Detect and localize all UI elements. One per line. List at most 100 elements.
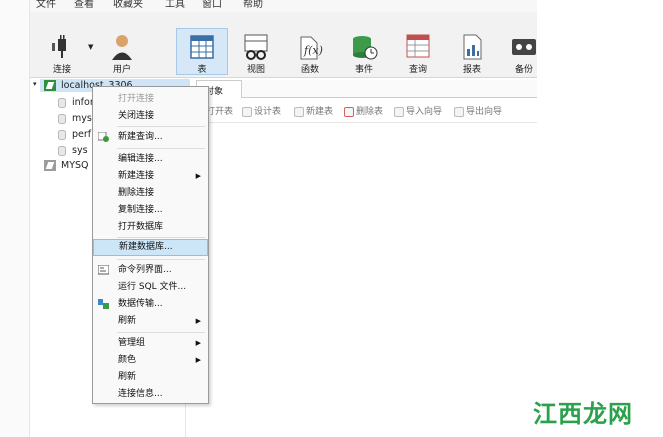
menu-copy-connection[interactable]: 复制连接... — [93, 202, 208, 218]
table-icon — [190, 35, 214, 59]
menu-close-connection[interactable]: 关闭连接 — [93, 108, 208, 124]
menu-run-sql-file[interactable]: 运行 SQL 文件... — [93, 279, 208, 295]
new-query-icon — [98, 132, 109, 142]
menu-view[interactable]: 查看 — [74, 0, 94, 10]
database-icon — [58, 129, 66, 140]
expand-chevron-icon[interactable]: ▾ — [33, 80, 37, 88]
new-icon — [294, 106, 304, 117]
query-button[interactable]: 查询 — [396, 28, 440, 88]
db-label: infor — [72, 97, 94, 108]
connection-icon — [44, 160, 56, 171]
menu-label: 数据传输... — [118, 299, 163, 309]
menu-window[interactable]: 窗口 — [202, 0, 222, 10]
svg-text:f(x): f(x) — [303, 44, 323, 57]
report-icon — [463, 34, 482, 60]
watermark-text: 江西龙网 — [533, 399, 633, 428]
table-button[interactable]: 表 — [176, 28, 228, 75]
menu-label: 复制连接... — [118, 205, 163, 215]
delete-table-label: 删除表 — [356, 107, 384, 117]
menu-label: 刷新 — [118, 372, 137, 382]
function-button[interactable]: f(x) 函数 — [288, 28, 332, 88]
menu-new-database[interactable]: 新建数据库... — [93, 239, 208, 256]
event-label: 事件 — [354, 65, 373, 75]
menu-manage-group[interactable]: 管理组 ▶ — [93, 335, 208, 351]
connection-label: MYSQ — [61, 160, 89, 171]
menu-label: 新建连接 — [118, 171, 155, 181]
menu-help[interactable]: 帮助 — [243, 0, 263, 10]
menu-refresh-submenu[interactable]: 刷新 ▶ — [93, 313, 208, 329]
menu-label: 新建数据库... — [119, 242, 173, 252]
design-table-label: 设计表 — [254, 107, 282, 117]
context-menu: 打开连接 关闭连接 新建查询... 编辑连接... 新建连接 ▶ 删除连接 复制连… — [92, 86, 209, 404]
menu-delete-connection[interactable]: 删除连接 — [93, 185, 208, 201]
menu-open-connection[interactable]: 打开连接 — [93, 91, 208, 107]
submenu-arrow-icon: ▶ — [195, 172, 201, 180]
table-label: 表 — [197, 65, 207, 75]
menu-favorites[interactable]: 收藏夹 — [113, 0, 143, 10]
menu-separator — [117, 126, 205, 127]
backup-button[interactable]: 备份 — [504, 28, 544, 88]
menu-new-connection[interactable]: 新建连接 ▶ — [93, 168, 208, 184]
transfer-icon — [98, 299, 109, 309]
backup-icon — [512, 39, 536, 55]
menu-label: 打开连接 — [118, 94, 155, 104]
tree-db-mys[interactable]: mys — [58, 113, 92, 124]
tree-db-infor[interactable]: infor — [58, 97, 94, 108]
menu-command-line[interactable]: 命令列界面... — [93, 262, 208, 278]
menu-label: 新建查询... — [118, 132, 163, 142]
export-wizard-button[interactable]: 导出向导 — [454, 104, 502, 117]
export-icon — [454, 106, 464, 117]
connect-label: 连接 — [52, 65, 71, 75]
menu-tools[interactable]: 工具 — [165, 0, 185, 10]
query-icon — [406, 34, 430, 58]
menu-open-database[interactable]: 打开数据库 — [93, 219, 208, 235]
connect-dropdown-arrow-icon[interactable]: ▼ — [88, 43, 93, 51]
connection-icon — [44, 80, 56, 91]
delete-table-button[interactable]: 删除表 — [344, 104, 383, 117]
import-wizard-label: 导入向导 — [406, 107, 443, 117]
menu-separator — [117, 259, 205, 260]
open-table-label: 打开表 — [206, 107, 234, 117]
menu-new-query[interactable]: 新建查询... — [93, 129, 208, 145]
new-table-button[interactable]: 新建表 — [294, 104, 333, 117]
database-icon — [58, 113, 66, 124]
design-table-button[interactable]: 设计表 — [242, 104, 281, 117]
view-button[interactable]: 视图 — [234, 28, 278, 88]
tree-db-perf[interactable]: perf — [58, 129, 91, 140]
menu-data-transfer[interactable]: 数据传输... — [93, 296, 208, 312]
menu-label: 打开数据库 — [118, 222, 164, 232]
menu-label: 刷新 — [118, 316, 137, 326]
console-icon — [98, 265, 109, 275]
import-icon — [394, 106, 404, 117]
menu-file[interactable]: 文件 — [36, 0, 56, 10]
function-icon: f(x) — [300, 36, 323, 60]
menu-label: 管理组 — [118, 338, 146, 348]
event-button[interactable]: 事件 — [342, 28, 386, 88]
db-label: perf — [72, 129, 92, 140]
backup-label: 备份 — [514, 65, 533, 75]
report-button[interactable]: 报表 — [450, 28, 494, 88]
event-icon — [353, 36, 378, 60]
menu-label: 运行 SQL 文件... — [118, 282, 187, 292]
database-icon — [58, 97, 66, 108]
query-label: 查询 — [408, 65, 427, 75]
menu-connection-info[interactable]: 连接信息... — [93, 386, 208, 402]
watermark-logo: 江西龙网 — [533, 394, 633, 429]
tree-connection-mysql[interactable]: MYSQ — [44, 160, 89, 171]
open-table-button[interactable]: 打开表 — [206, 104, 233, 117]
menu-label: 关闭连接 — [118, 111, 155, 121]
menu-color[interactable]: 颜色 ▶ — [93, 352, 208, 368]
report-label: 报表 — [462, 65, 481, 75]
database-icon — [58, 145, 66, 156]
menu-bar: 文件 查看 收藏夹 工具 窗口 帮助 — [30, 0, 537, 12]
tree-db-sys[interactable]: sys — [58, 145, 88, 156]
menu-refresh[interactable]: 刷新 — [93, 369, 208, 385]
left-edge-strip — [0, 0, 30, 437]
plug-icon — [52, 35, 66, 58]
menu-label: 编辑连接... — [118, 154, 163, 164]
menu-label: 颜色 — [118, 355, 137, 365]
user-icon — [112, 35, 132, 60]
object-toolbar: 打开表 设计表 新建表 删除表 导入向导 导出向导 — [196, 101, 537, 121]
menu-edit-connection[interactable]: 编辑连接... — [93, 151, 208, 167]
import-wizard-button[interactable]: 导入向导 — [394, 104, 442, 117]
